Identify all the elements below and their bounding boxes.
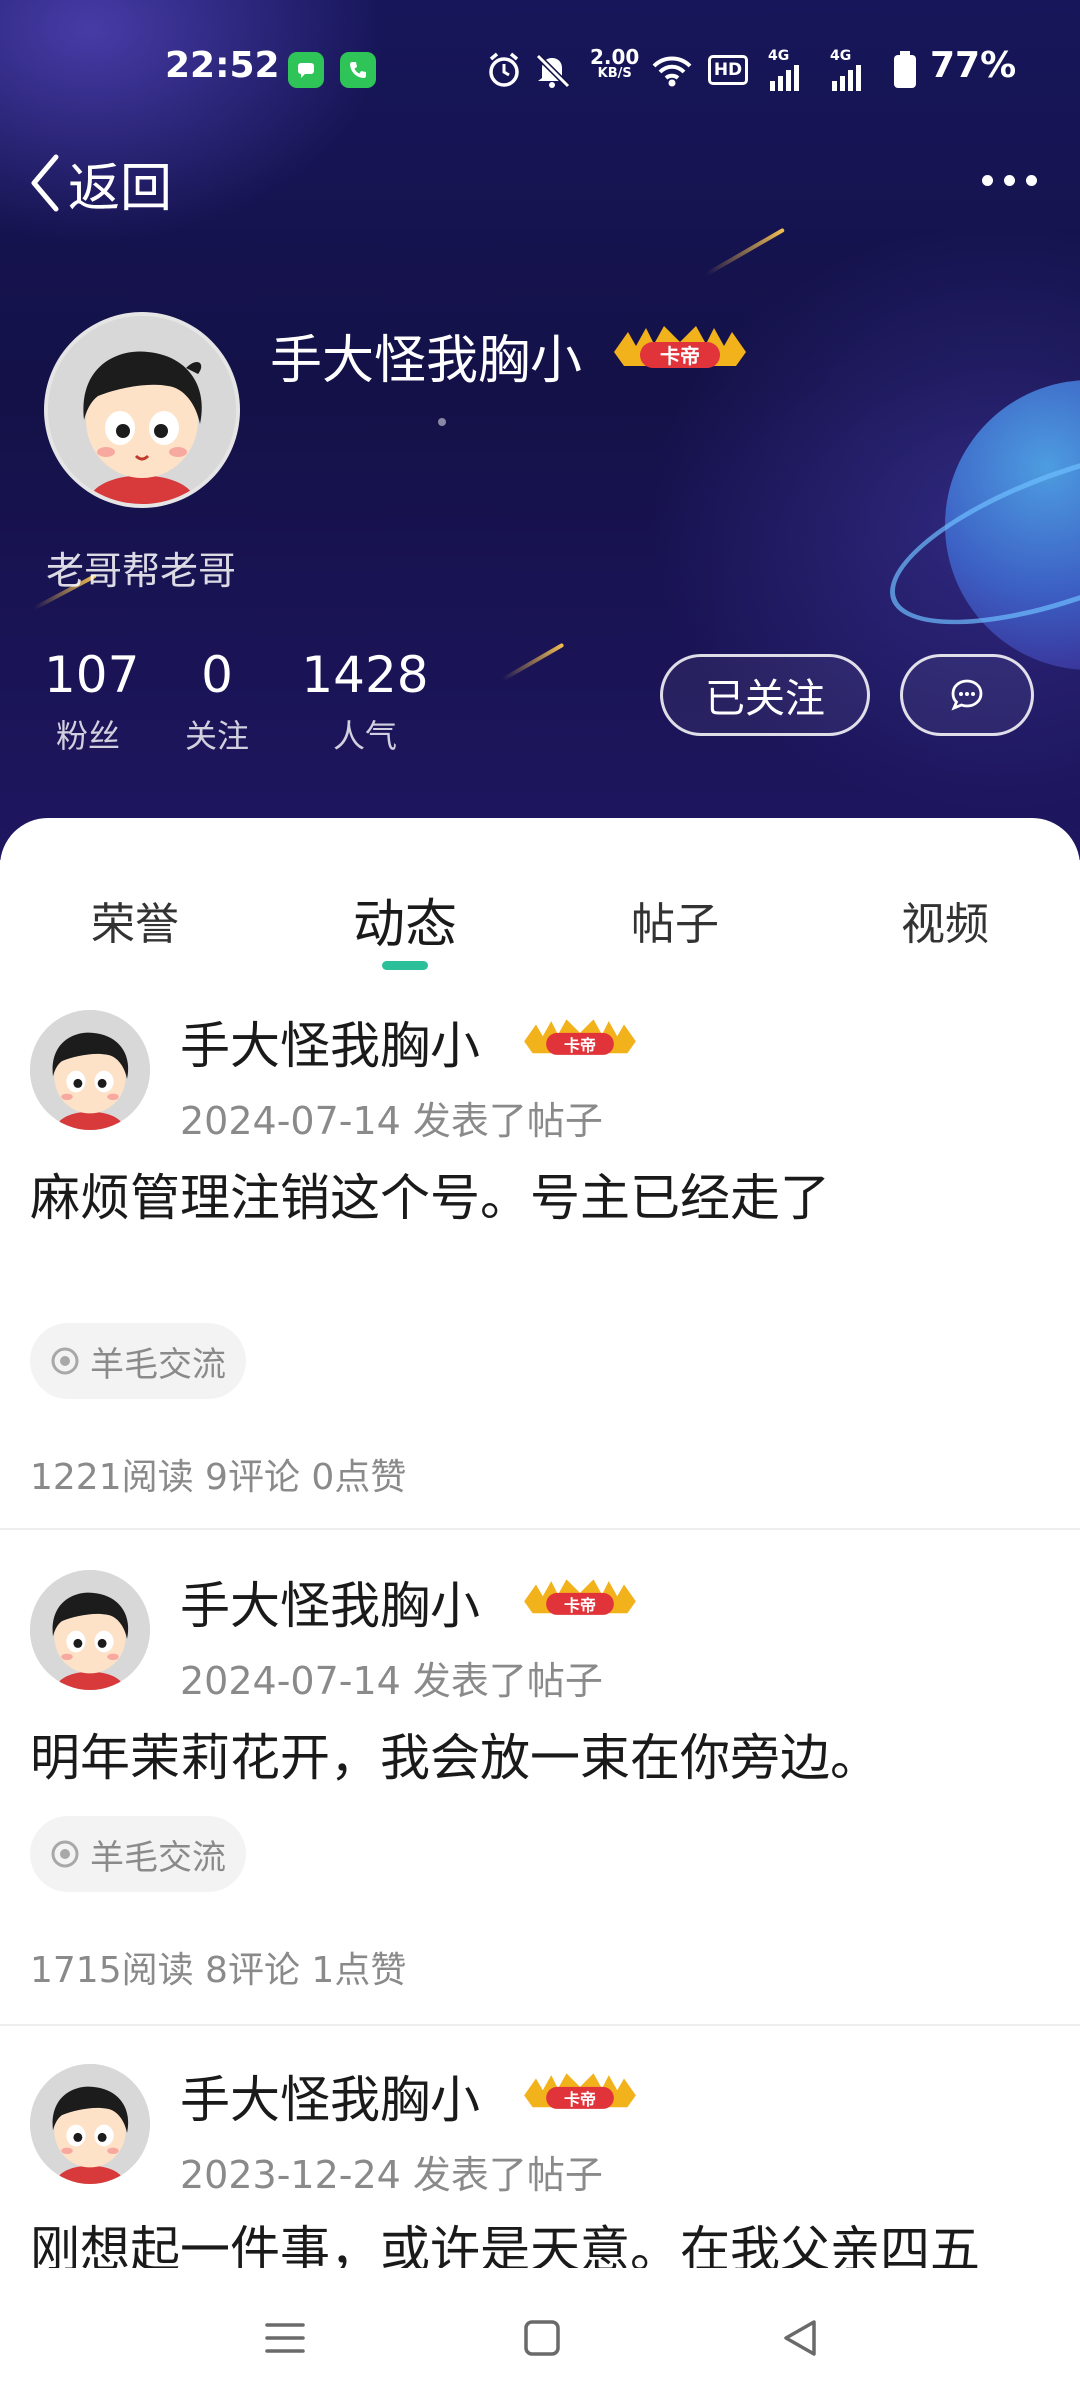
post-content[interactable]: 麻烦管理注销这个号。号主已经走了 [30,1158,830,1230]
divider [0,1528,1080,1530]
post-author-name[interactable]: 手大怪我胸小 [180,1566,480,1638]
divider [0,2024,1080,2026]
stat-followers[interactable]: 107 粉丝 [44,643,139,757]
shooting-star [705,227,785,277]
home-nav-button[interactable] [512,2308,572,2368]
stat-popularity[interactable]: 1428 人气 [300,643,430,757]
crown-badge-icon [524,2073,636,2109]
chat-bubble-icon [951,679,983,711]
phone-app-icon [340,52,376,88]
topic-icon [51,1347,79,1375]
rank-badge: 卡帝 [518,2070,642,2114]
post-meta: 2024-07-14 发表了帖子 [180,1099,603,1143]
post-content[interactable]: 明年茉莉花开，我会放一束在你旁边。 [30,1718,880,1790]
cartoon-avatar-image [30,2064,150,2184]
cartoon-avatar-image [48,316,236,504]
star-dot [438,418,446,426]
post-author-avatar[interactable] [30,2064,150,2184]
crown-badge-icon [524,1579,636,1615]
back-label: 返回 [68,158,173,219]
menu-icon [265,2323,305,2353]
status-bar: 22:52 2.00 KB/S HD 4G 4G 77% [0,0,1080,130]
topic-tag[interactable]: 羊毛交流 [30,1816,246,1892]
system-navigation-bar [0,2268,1080,2400]
cartoon-avatar-image [30,1570,150,1690]
more-options-button[interactable] [980,165,1040,195]
post-author-name[interactable]: 手大怪我胸小 [180,1006,480,1078]
post-meta: 2024-07-14 发表了帖子 [180,1659,603,1703]
rank-badge: 卡帝 [518,1016,642,1060]
rank-badge: 卡帝 [608,322,752,374]
back-nav-button[interactable] [770,2308,830,2368]
profile-name: 手大怪我胸小 [270,331,583,391]
menu-nav-button[interactable] [255,2308,315,2368]
status-time: 22:52 [165,45,280,86]
message-button[interactable] [900,654,1034,736]
post-author-name[interactable]: 手大怪我胸小 [180,2060,480,2132]
content-sheet: 荣誉 动态 帖子 视频 手大怪我胸小 卡帝 2024-07-14 发表了帖子 麻… [0,818,1080,2400]
shooting-star [501,642,565,682]
home-square-icon [524,2320,560,2356]
mute-bell-icon [535,53,571,89]
rank-badge: 卡帝 [518,1576,642,1620]
stat-following[interactable]: 0 关注 [172,643,262,757]
post-author-avatar[interactable] [30,1570,150,1690]
network-speed: 2.00 KB/S [590,45,640,81]
messages-app-icon [288,52,324,88]
profile-avatar[interactable] [44,312,240,508]
topic-icon [51,1840,79,1868]
hd-voice-icon: HD [708,55,748,85]
profile-bio: 老哥帮老哥 [46,549,237,593]
chevron-left-icon [31,154,59,212]
topic-tag[interactable]: 羊毛交流 [30,1323,246,1399]
signal-icon [770,65,799,91]
post-author-avatar[interactable] [30,1010,150,1130]
wifi-icon [652,56,692,87]
post-meta: 2023-12-24 发表了帖子 [180,2153,603,2197]
more-dots-icon [982,175,993,186]
followed-button[interactable]: 已关注 [660,654,870,736]
post-stats: 1221阅读 9评论 0点赞 [30,1457,407,1498]
battery-icon [894,51,916,88]
alarm-icon [489,52,519,87]
back-triangle-icon [784,2320,816,2356]
post-stats: 1715阅读 8评论 1点赞 [30,1950,407,1991]
back-button[interactable]: 返回 [28,148,173,219]
signal-icon [832,65,861,91]
cartoon-avatar-image [30,1010,150,1130]
battery-percentage: 77% [930,45,1017,86]
feed-item[interactable]: 手大怪我胸小 卡帝 2024-07-14 发表了帖子 麻烦管理注销这个号。号主已… [0,818,1080,1528]
